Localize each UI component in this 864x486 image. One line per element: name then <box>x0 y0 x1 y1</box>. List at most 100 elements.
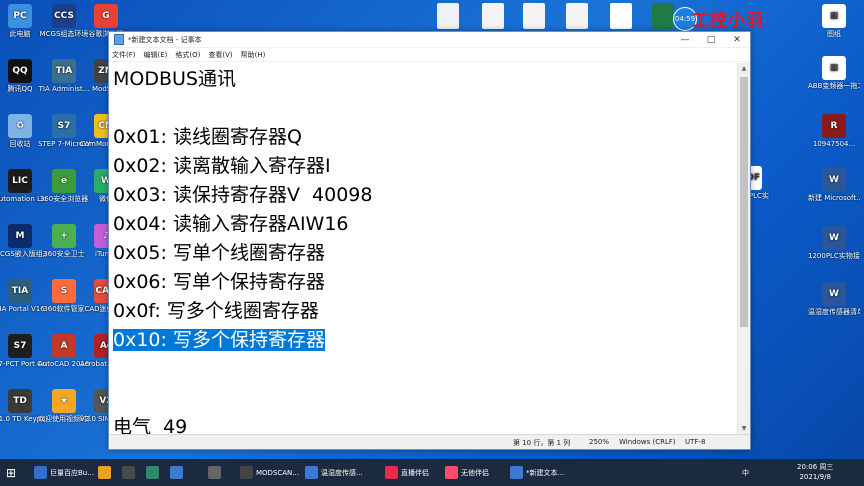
shortcut-label: 10947504... <box>812 140 856 148</box>
text-line: 0x05: 写单个线圈寄存器 <box>113 242 325 264</box>
shortcut-label: ABB变频器一拖二图纸合... <box>808 82 860 90</box>
taskbar-app-button[interactable] <box>146 463 162 482</box>
app-icon: A <box>52 334 76 358</box>
maximize-button[interactable]: □ <box>698 35 724 45</box>
shortcut-label: 新建 Microsoft... <box>808 194 860 202</box>
desktop-shortcut[interactable]: ▦ 图纸 <box>808 4 860 38</box>
title-bar[interactable]: *新建文本文档 - 记事本 — □ ✕ <box>109 32 750 48</box>
app-icon: CCS <box>52 4 76 28</box>
taskbar-app-button[interactable]: MODSCAN... <box>240 463 299 482</box>
taskbar-app-label: 直播伴侣 <box>401 468 429 477</box>
app-icon: QQ <box>8 59 32 83</box>
start-button[interactable]: ⊞ <box>6 463 16 482</box>
shortcut-label: 图纸 <box>827 30 841 38</box>
window-title: *新建文本文档 - 记事本 <box>128 35 202 44</box>
text-line: 电气 49 <box>113 416 188 435</box>
file-icon[interactable] <box>610 3 632 29</box>
clock-date: 2021/9/8 <box>799 473 831 481</box>
clock-time: 20:06 周三 <box>797 463 834 471</box>
taskbar-app-label: 巨量百应Bu... <box>50 468 94 477</box>
document-icon: W <box>822 168 846 192</box>
document-icon: R <box>822 114 846 138</box>
taskbar-app-button[interactable] <box>208 463 224 482</box>
line-ending: Windows (CRLF) <box>619 438 676 446</box>
text-editor[interactable]: MODBUS通讯 0x01: 读线圈寄存器Q 0x02: 读离散输入寄存器I 0x03… <box>109 63 738 435</box>
ime-label: 中 <box>742 468 749 477</box>
desktop-shortcut[interactable]: W 新建 Microsoft... <box>808 168 860 202</box>
taskbar-app-button[interactable] <box>122 463 138 482</box>
brand-watermark: 工控小羽 <box>692 11 764 31</box>
app-icon: ★ <box>52 389 76 413</box>
app-icon <box>122 466 135 479</box>
cursor-position: 第 10 行，第 1 列 <box>513 439 571 447</box>
notepad-window: *新建文本文档 - 记事本 — □ ✕ 文件(F) 编辑(E) 格式(O) 查看… <box>108 31 751 450</box>
app-icon: S7 <box>52 114 76 138</box>
taskbar-app-button[interactable]: 温湿度传感... <box>305 463 363 482</box>
taskbar-app-button[interactable]: 无他伴侣 <box>445 463 489 482</box>
file-icon[interactable] <box>566 3 588 29</box>
app-icon <box>445 466 458 479</box>
spreadsheet-icon[interactable] <box>652 3 674 29</box>
close-button[interactable]: ✕ <box>724 35 750 45</box>
app-icon: S7 <box>8 334 32 358</box>
document-icon: ▦ <box>822 56 846 80</box>
shortcut-label: 1200PLC实物接线大... <box>808 252 860 260</box>
text-line: MODBUS通讯 <box>113 68 236 90</box>
text-line <box>113 94 738 123</box>
menu-format[interactable]: 格式(O) <box>175 50 200 60</box>
system-clock[interactable]: 20:06 周三 2021/9/8 <box>797 462 833 482</box>
taskbar-app-button[interactable] <box>98 463 114 482</box>
app-icon: e <box>52 169 76 193</box>
taskbar-app-label: *新建文本... <box>526 468 565 477</box>
document-icon: W <box>822 226 846 250</box>
menu-help[interactable]: 帮助(H) <box>241 50 266 60</box>
desktop-shortcut[interactable]: ▦ ABB变频器一拖二图纸合... <box>808 56 860 90</box>
app-icon: ♻ <box>8 114 32 138</box>
text-line: 0x03: 读保持寄存器V 40098 <box>113 184 373 206</box>
taskbar-app-label: 温湿度传感... <box>321 468 363 477</box>
scrollbar-thumb[interactable] <box>740 77 748 327</box>
status-bar: 第 10 行，第 1 列 250% Windows (CRLF) UTF-8 <box>109 434 750 449</box>
taskbar-app-button[interactable]: 直播伴侣 <box>385 463 429 482</box>
desktop-shortcut[interactable]: W 温湿度传感器清单 <box>808 282 860 316</box>
scroll-up-icon[interactable]: ▲ <box>738 63 750 75</box>
taskbar-app-button[interactable] <box>170 463 186 482</box>
menu-edit[interactable]: 编辑(E) <box>144 50 168 60</box>
app-icon <box>208 466 221 479</box>
notepad-icon <box>114 34 124 45</box>
taskbar-app-label: 无他伴侣 <box>461 468 489 477</box>
desktop-shortcut[interactable]: W 1200PLC实物接线大... <box>808 226 860 260</box>
text-line: 0x06: 写单个保持寄存器 <box>113 271 325 293</box>
app-icon: TIA <box>8 279 32 303</box>
minimize-button[interactable]: — <box>672 35 698 45</box>
ime-indicator[interactable]: 中 <box>742 463 749 482</box>
app-icon <box>305 466 318 479</box>
app-icon: TIA <box>52 59 76 83</box>
app-icon: + <box>52 224 76 248</box>
document-icon: W <box>822 282 846 306</box>
encoding: UTF-8 <box>685 438 706 446</box>
app-icon: TD <box>8 389 32 413</box>
app-icon <box>385 466 398 479</box>
taskbar: ⊞ 巨量百应Bu... MODSCAN... 温湿度传感... 直播伴侣 无他伴侣 *新建… <box>0 459 864 486</box>
desktop-shortcut[interactable]: R 10947504... <box>808 114 860 148</box>
document-icon: ▦ <box>822 4 846 28</box>
menu-file[interactable]: 文件(F) <box>112 50 136 60</box>
text-line: 0x0f: 写多个线圈寄存器 <box>113 300 319 322</box>
menu-view[interactable]: 查看(V) <box>208 50 232 60</box>
app-icon: PC <box>8 4 32 28</box>
file-icon[interactable] <box>482 3 504 29</box>
vertical-scrollbar[interactable]: ▲ ▼ <box>737 63 750 435</box>
file-icon[interactable] <box>523 3 545 29</box>
app-icon <box>146 466 159 479</box>
app-icon <box>98 466 111 479</box>
file-icon[interactable] <box>437 3 459 29</box>
app-icon <box>510 466 523 479</box>
app-icon <box>34 466 47 479</box>
text-line: 0x10: 写多个保持寄存器 <box>113 326 738 355</box>
taskbar-app-button[interactable]: *新建文本... <box>510 463 564 482</box>
app-icon <box>170 466 183 479</box>
taskbar-app-button[interactable]: 巨量百应Bu... <box>34 463 94 482</box>
app-icon <box>240 466 253 479</box>
menu-bar: 文件(F) 编辑(E) 格式(O) 查看(V) 帮助(H) <box>109 48 750 62</box>
